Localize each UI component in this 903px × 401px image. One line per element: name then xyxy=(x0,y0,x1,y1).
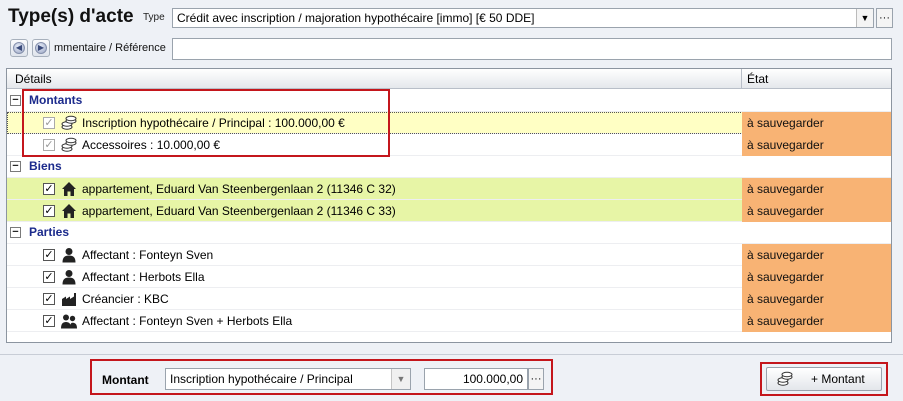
table-row[interactable]: ✓ Affectant : Fonteyn Sven à sauvegarder xyxy=(7,244,891,266)
status-cell: à sauvegarder xyxy=(742,244,891,266)
comment-input[interactable] xyxy=(172,38,892,60)
row-text: Affectant : Fonteyn Sven + Herbots Ella xyxy=(82,314,293,328)
status-cell: à sauvegarder xyxy=(742,112,891,134)
group-title: Biens xyxy=(29,159,62,173)
arrow-left-icon: ◀ xyxy=(13,42,25,54)
group-row-parties[interactable]: − Parties xyxy=(7,222,891,244)
annotation-highlight xyxy=(22,89,390,157)
table-row[interactable]: ✓ Créancier : KBC à sauvegarder xyxy=(7,288,891,310)
type-select[interactable]: Crédit avec inscription / majoration hyp… xyxy=(172,8,874,28)
annotation-highlight xyxy=(760,362,888,396)
type-dropdown-button[interactable]: ▼ xyxy=(856,9,873,27)
status-cell: à sauvegarder xyxy=(742,200,891,222)
arrow-right-icon: ▶ xyxy=(35,42,47,54)
factory-icon xyxy=(62,293,76,306)
checkbox[interactable]: ✓ xyxy=(43,271,55,283)
nav-prev-button[interactable]: ◀ xyxy=(10,39,28,57)
person-icon xyxy=(62,270,76,285)
group-title: Parties xyxy=(29,225,70,239)
nav-next-button[interactable]: ▶ xyxy=(32,39,50,57)
people-icon xyxy=(61,314,77,329)
collapse-icon[interactable]: − xyxy=(10,95,21,106)
status-cell: à sauvegarder xyxy=(742,288,891,310)
table-row[interactable]: ✓ Affectant : Fonteyn Sven + Herbots Ell… xyxy=(7,310,891,332)
group-row-biens[interactable]: − Biens xyxy=(7,156,891,178)
grid-header: Détails État xyxy=(7,69,891,89)
checkbox[interactable]: ✓ xyxy=(43,249,55,261)
type-more-button[interactable]: ··· xyxy=(876,8,893,28)
house-icon xyxy=(62,182,76,196)
row-text: Affectant : Fonteyn Sven xyxy=(82,248,214,262)
collapse-icon[interactable]: − xyxy=(10,227,21,238)
row-text: Créancier : KBC xyxy=(82,292,169,306)
page-title: Type(s) d'acte xyxy=(8,6,134,27)
table-row[interactable]: ✓ Affectant : Herbots Ella à sauvegarder xyxy=(7,266,891,288)
person-icon xyxy=(62,248,76,263)
comment-label: mmentaire / Référence xyxy=(54,42,166,54)
collapse-icon[interactable]: − xyxy=(10,161,21,172)
checkbox[interactable]: ✓ xyxy=(43,293,55,305)
annotation-highlight xyxy=(90,359,553,395)
status-cell: à sauvegarder xyxy=(742,266,891,288)
column-header-details[interactable]: Détails xyxy=(15,72,52,86)
row-text: Affectant : Herbots Ella xyxy=(82,270,205,284)
table-row[interactable]: ✓ appartement, Eduard Van Steenbergenlaa… xyxy=(7,178,891,200)
type-label: Type xyxy=(143,12,165,23)
status-cell: à sauvegarder xyxy=(742,134,891,156)
column-separator[interactable] xyxy=(741,69,742,89)
chevron-down-icon: ▼ xyxy=(860,13,870,23)
checkbox[interactable]: ✓ xyxy=(43,183,55,195)
house-icon xyxy=(62,204,76,218)
checkbox[interactable]: ✓ xyxy=(43,205,55,217)
status-cell: à sauvegarder xyxy=(742,178,891,200)
column-header-etat[interactable]: État xyxy=(747,72,768,86)
row-text: appartement, Eduard Van Steenbergenlaan … xyxy=(82,204,396,218)
table-row[interactable]: ✓ appartement, Eduard Van Steenbergenlaa… xyxy=(7,200,891,222)
status-cell: à sauvegarder xyxy=(742,310,891,332)
row-text: appartement, Eduard Van Steenbergenlaan … xyxy=(82,182,396,196)
checkbox[interactable]: ✓ xyxy=(43,315,55,327)
